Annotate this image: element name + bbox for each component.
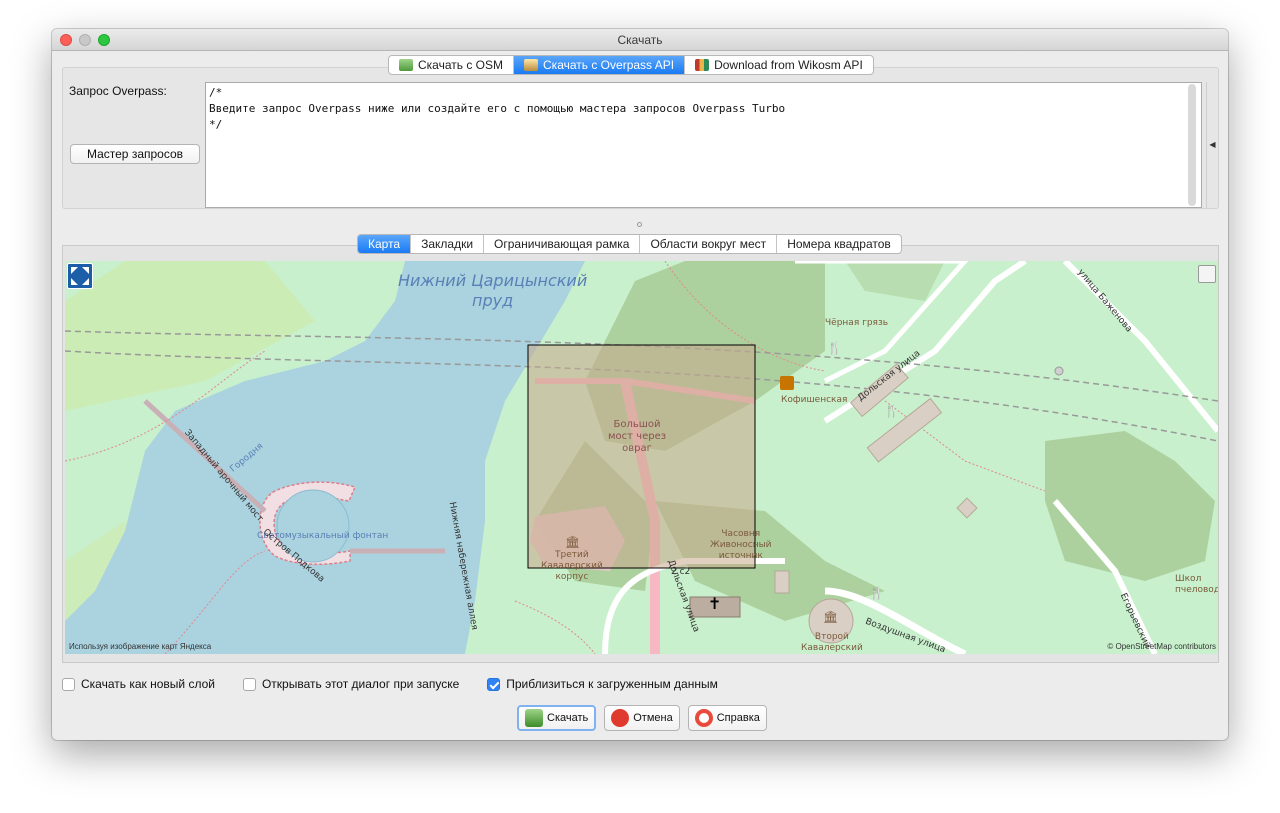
option-new-layer[interactable]: Скачать как новый слой xyxy=(62,677,215,691)
help-button[interactable]: Справка xyxy=(687,705,767,731)
query-wizard-button[interactable]: Мастер запросов xyxy=(70,144,200,164)
tab-label: Скачать с Overpass API xyxy=(543,58,675,72)
lifebuoy-icon xyxy=(694,709,713,727)
map-label-third-corps: Третий Кавалерский корпус xyxy=(541,550,603,582)
title-bar: Скачать xyxy=(52,29,1228,51)
tab-bounding-box[interactable]: Ограничивающая рамка xyxy=(484,235,641,253)
query-label: Запрос Overpass: xyxy=(69,84,167,98)
overpass-query-textarea[interactable]: /* Введите запрос Overpass ниже или созд… xyxy=(205,82,1202,208)
fullscreen-toggle-icon[interactable] xyxy=(67,263,93,289)
option-open-on-startup[interactable]: Открывать этот диалог при запуске xyxy=(242,677,460,691)
download-icon xyxy=(525,709,543,727)
museum-icon-2: 🏛 xyxy=(823,610,839,624)
tab-label: Download from Wikosm API xyxy=(714,58,863,72)
map-label-second-corps: Второй Кавалерский xyxy=(801,632,863,653)
map-panel: Нижний Царицынский пруд Большой мост чер… xyxy=(62,245,1219,663)
attribution-left[interactable]: Используя изображение карт Яндекса xyxy=(69,642,211,651)
option-zoom-to-data[interactable]: Приблизиться к загруженным данным xyxy=(487,677,718,691)
download-button-label: Скачать xyxy=(547,712,589,724)
cancel-button[interactable]: Отмена xyxy=(604,705,680,731)
restaurant-icon: 🍴 xyxy=(827,341,842,355)
map-tabs: Карта Закладки Ограничивающая рамка Обла… xyxy=(357,234,902,254)
collapse-arrow-icon[interactable]: ◀ xyxy=(1206,82,1218,208)
attribution-right[interactable]: © OpenStreetMap contributors xyxy=(1107,642,1216,651)
splitter-handle[interactable] xyxy=(637,222,642,227)
cancel-button-label: Отмена xyxy=(633,712,673,724)
tab-areas-around-places[interactable]: Области вокруг мест xyxy=(640,235,778,253)
tab-download-wikosm[interactable]: Download from Wikosm API xyxy=(685,56,873,74)
open-on-startup-checkbox[interactable] xyxy=(242,677,256,691)
wikosm-download-icon xyxy=(695,59,710,71)
church-cross-icon: ✝ xyxy=(708,594,722,613)
map-label-kofishenskaya: Кофишенская xyxy=(781,395,848,405)
options-row: Скачать как новый слой Открывать этот ди… xyxy=(62,677,718,691)
map-label-chernaya-gryaz: Чёрная грязь xyxy=(825,318,889,328)
download-dialog: Скачать Запрос Overpass: Мастер запросов… xyxy=(52,29,1228,740)
osm-download-icon xyxy=(399,59,413,71)
overpass-download-icon xyxy=(524,59,539,71)
download-button[interactable]: Скачать xyxy=(517,705,597,731)
window-title: Скачать xyxy=(617,33,663,47)
map-label-building-number: 2 с2 xyxy=(671,567,691,577)
tab-bookmarks[interactable]: Закладки xyxy=(411,235,485,253)
map-label-chapel: Часовня Живоносный источник xyxy=(710,529,772,561)
source-tabs: Скачать с OSM Скачать с Overpass API Dow… xyxy=(388,55,874,75)
tab-tile-numbers[interactable]: Номера квадратов xyxy=(777,235,901,253)
tab-label: Скачать с OSM xyxy=(418,58,504,72)
new-layer-checkbox[interactable] xyxy=(62,677,75,691)
slippy-map[interactable]: Нижний Царицынский пруд Большой мост чер… xyxy=(65,261,1218,654)
help-button-label: Справка xyxy=(716,712,760,724)
option-label: Скачать как новый слой xyxy=(81,677,215,691)
tab-map[interactable]: Карта xyxy=(358,235,412,253)
tab-download-overpass[interactable]: Скачать с Overpass API xyxy=(514,56,686,74)
cafe-icon xyxy=(780,376,794,390)
restaurant-icon-3: 🍴 xyxy=(869,586,884,600)
query-scrollbar[interactable] xyxy=(1188,84,1196,206)
layers-icon[interactable] xyxy=(1198,265,1216,283)
map-label-school: Школ пчеловод xyxy=(1175,574,1218,595)
museum-icon: 🏛 xyxy=(565,535,581,549)
restaurant-icon-2: 🍴 xyxy=(884,404,899,418)
option-label: Открывать этот диалог при запуске xyxy=(261,677,460,691)
map-label-bridge: Большой мост через овраг xyxy=(608,419,667,454)
query-panel: Запрос Overpass: Мастер запросов /* Введ… xyxy=(62,67,1219,209)
option-label: Приблизиться к загруженным данным xyxy=(506,677,718,691)
dialog-buttons: Скачать Отмена Справка xyxy=(517,705,767,731)
cancel-icon xyxy=(611,709,630,727)
tab-download-osm[interactable]: Скачать с OSM xyxy=(389,56,515,74)
map-label-pond: Нижний Царицынский пруд xyxy=(398,271,588,310)
zoom-to-data-checkbox[interactable] xyxy=(487,677,501,691)
